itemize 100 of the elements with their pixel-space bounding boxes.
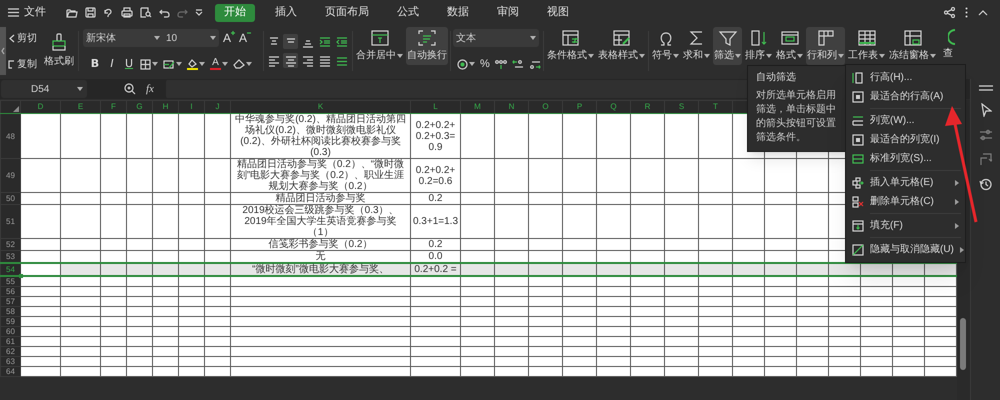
print-icon[interactable]: [121, 7, 133, 18]
panel-menu-icon[interactable]: [978, 85, 992, 91]
eraser-icon[interactable]: [233, 59, 245, 70]
percent-button[interactable]: %: [480, 56, 490, 73]
column-header[interactable]: I: [178, 100, 204, 114]
menu-tab[interactable]: 公式: [389, 4, 427, 22]
menu-tab[interactable]: 视图: [539, 4, 577, 22]
increase-font-size-button[interactable]: A: [223, 31, 236, 46]
row-header[interactable]: 63: [0, 356, 20, 366]
menu-item[interactable]: 列宽(W)...: [846, 111, 965, 130]
column-header[interactable]: J: [204, 100, 230, 114]
row-header[interactable]: 48: [0, 114, 20, 158]
ribbon-command-button[interactable]: 排序: [744, 27, 773, 65]
row-header[interactable]: 62: [0, 346, 20, 356]
ribbon-command-button[interactable]: 条件格式: [546, 27, 595, 65]
row-header[interactable]: 50: [0, 192, 20, 204]
ribbon-command-button[interactable]: 符号: [651, 27, 680, 65]
decrease-decimal-icon[interactable]: [528, 58, 541, 70]
row-header[interactable]: 56: [0, 286, 20, 296]
menu-tab[interactable]: 审阅: [489, 4, 527, 22]
menu-item[interactable]: 删除单元格(C): [846, 192, 965, 211]
ribbon-command-button[interactable]: 筛选: [713, 27, 742, 65]
undo-icon[interactable]: [159, 8, 170, 18]
redo-icon[interactable]: [177, 8, 188, 18]
increase-decimal-icon[interactable]: [512, 58, 524, 70]
decrease-font-size-button[interactable]: A: [239, 31, 252, 46]
row-header[interactable]: 55: [0, 276, 20, 286]
swap-icon[interactable]: [980, 153, 992, 166]
menu-tab[interactable]: 开始: [215, 4, 255, 22]
column-header[interactable]: R: [630, 100, 664, 114]
fill-handle[interactable]: [19, 274, 23, 278]
column-header[interactable]: N: [494, 100, 528, 114]
fill-bucket-icon[interactable]: [187, 58, 198, 70]
row-header[interactable]: 57: [0, 296, 20, 306]
thousands-separator-icon[interactable]: [494, 58, 507, 70]
ribbon-command-button[interactable]: 格式: [775, 27, 804, 65]
column-header[interactable]: E: [60, 100, 100, 114]
row-header[interactable]: 64: [0, 366, 20, 376]
open-folder-icon[interactable]: [66, 8, 78, 18]
active-cell[interactable]: [20, 263, 60, 276]
format-painter-button[interactable]: 格式刷: [42, 25, 76, 77]
font-color-button[interactable]: A: [210, 58, 221, 70]
column-header[interactable]: H: [152, 100, 178, 114]
row-header[interactable]: 59: [0, 316, 20, 326]
copy-button[interactable]: 复制: [8, 56, 42, 72]
scrollbar-thumb[interactable]: [960, 318, 966, 370]
customize-caret-icon[interactable]: [195, 9, 203, 16]
collapse-handle-icon[interactable]: [0, 25, 6, 77]
row-header[interactable]: 58: [0, 306, 20, 316]
print-preview-icon[interactable]: [140, 7, 152, 18]
column-header[interactable]: D: [20, 100, 60, 114]
column-header[interactable]: T: [698, 100, 732, 114]
ribbon-command-button[interactable]: 查: [939, 27, 957, 65]
zoom-search-icon[interactable]: [124, 83, 136, 95]
menu-tab[interactable]: 数据: [439, 4, 477, 22]
align-center-button[interactable]: [283, 53, 298, 68]
row-header[interactable]: 52: [0, 238, 20, 250]
draw-border-icon[interactable]: [163, 58, 175, 70]
menu-item[interactable]: 隐藏与取消隐藏(U): [846, 240, 965, 259]
sliders-icon[interactable]: [978, 129, 992, 141]
row-header[interactable]: 54: [0, 263, 20, 276]
font-size-dropdown[interactable]: 10: [163, 29, 219, 48]
share-icon[interactable]: [944, 7, 955, 18]
name-box[interactable]: D54: [1, 80, 87, 98]
number-format-dropdown[interactable]: 文本: [453, 29, 539, 48]
cut-button[interactable]: 剪切: [8, 30, 42, 46]
row-header[interactable]: 51: [0, 204, 20, 238]
ribbon-command-button[interactable]: 冻结窗格: [888, 27, 937, 65]
collapse-icon[interactable]: [978, 10, 988, 16]
ribbon-command-button[interactable]: 工作表: [847, 27, 886, 65]
row-header[interactable]: 49: [0, 158, 20, 192]
row-header[interactable]: 60: [0, 326, 20, 336]
menu-item[interactable]: 行高(H)...: [846, 68, 965, 87]
more-icon[interactable]: [965, 7, 968, 18]
borders-icon[interactable]: [140, 58, 151, 70]
column-header[interactable]: Q: [596, 100, 630, 114]
menu-item[interactable]: 插入单元格(E): [846, 173, 965, 192]
menu-item[interactable]: 最适合的行高(A): [846, 87, 965, 106]
ribbon-command-button[interactable]: 合并居中: [355, 27, 404, 65]
italic-button[interactable]: I: [106, 56, 118, 73]
menu-item[interactable]: 填充(F): [846, 216, 965, 235]
column-header[interactable]: G: [126, 100, 152, 114]
menu-tab[interactable]: 插入: [267, 4, 305, 22]
ribbon-command-button[interactable]: 自动换行: [406, 27, 448, 65]
ribbon-command-button[interactable]: 表格样式: [597, 27, 646, 65]
menu-item[interactable]: 标准列宽(S)...: [846, 149, 965, 168]
ribbon-command-button[interactable]: 行和列: [806, 27, 845, 65]
history-icon[interactable]: [979, 178, 992, 191]
function-label[interactable]: fx: [146, 80, 154, 98]
currency-icon[interactable]: [457, 58, 468, 70]
bold-button[interactable]: B: [89, 56, 101, 73]
column-header[interactable]: S: [664, 100, 698, 114]
column-header[interactable]: K: [230, 100, 410, 114]
ribbon-command-button[interactable]: 求和: [682, 27, 711, 65]
menu-item[interactable]: 最适合的列宽(I): [846, 130, 965, 149]
align-middle-button[interactable]: [283, 34, 298, 49]
column-header[interactable]: O: [528, 100, 562, 114]
row-header[interactable]: 61: [0, 336, 20, 346]
menu-tab[interactable]: 页面布局: [317, 4, 377, 22]
menu-icon[interactable]: [8, 8, 19, 17]
